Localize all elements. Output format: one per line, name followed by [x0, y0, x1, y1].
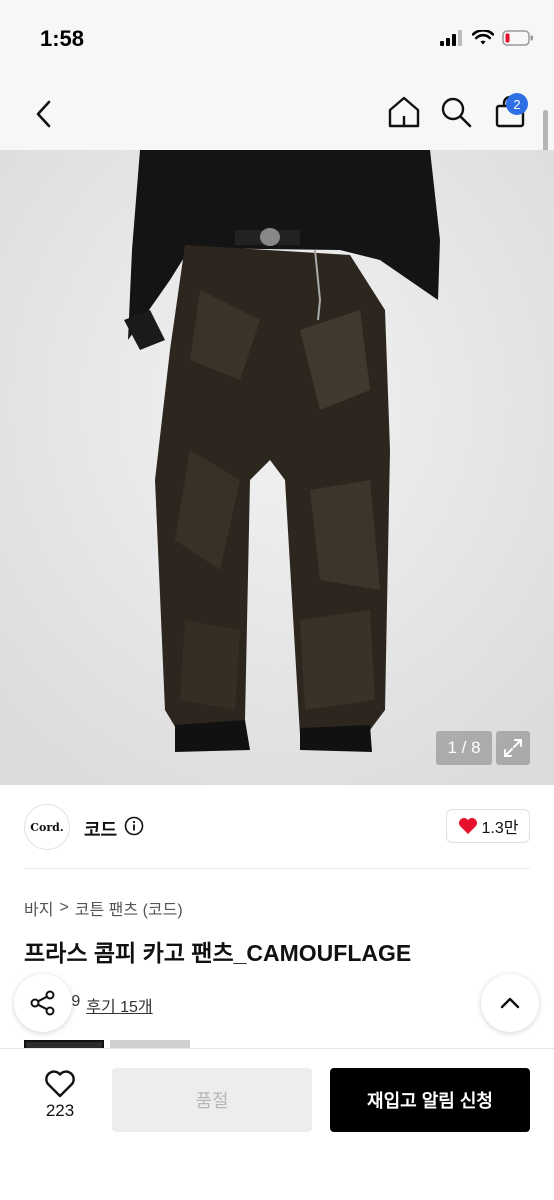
heart-outline-icon: [45, 1070, 75, 1098]
brand-logo-text: Cord.: [30, 820, 64, 834]
wishlist-button[interactable]: 223: [28, 1069, 92, 1133]
info-icon[interactable]: [124, 816, 144, 836]
back-button[interactable]: [26, 96, 62, 132]
brand-logo[interactable]: Cord.: [24, 804, 70, 850]
wishlist-count: 223: [45, 1101, 75, 1120]
status-bar: 1:58: [0, 0, 554, 80]
review-link[interactable]: 후기 15개: [86, 993, 152, 1017]
chevron-up-icon: [500, 997, 520, 1009]
scroll-top-button[interactable]: [481, 974, 539, 1032]
battery-icon: [502, 30, 533, 46]
divider: [24, 868, 530, 869]
image-counter: 1 / 8: [436, 731, 492, 765]
breadcrumb-category[interactable]: 바지: [24, 896, 53, 920]
product-title: 프라스 콤피 카고 팬츠_CAMOUFLAGE: [24, 940, 412, 966]
status-time: 1:58: [40, 26, 85, 51]
brand-like-button[interactable]: 1.3만: [446, 809, 530, 843]
share-icon: [30, 990, 55, 1016]
wifi-icon: [472, 30, 494, 45]
search-icon: [441, 97, 472, 128]
back-icon: [36, 100, 51, 128]
navigation-bar: [0, 80, 554, 150]
soldout-button: 품절: [112, 1068, 312, 1132]
search-button[interactable]: [438, 94, 474, 130]
share-button[interactable]: [14, 974, 72, 1032]
expand-image-button[interactable]: [496, 731, 530, 765]
bottom-action-bar: 223 품절 재입고 알림 신청: [0, 1048, 554, 1200]
restock-alert-button[interactable]: 재입고 알림 신청: [330, 1068, 530, 1132]
expand-icon: [504, 739, 522, 757]
home-icon: [388, 96, 420, 128]
breadcrumb: 바지 > 코튼 팬츠 (코드): [24, 896, 183, 920]
like-count: 1.3만: [481, 820, 519, 837]
status-icons: [440, 30, 534, 46]
signal-icon: [440, 30, 462, 46]
product-image[interactable]: [0, 150, 554, 785]
home-button[interactable]: [386, 94, 422, 130]
brand-row: Cord. 코드 1.3만: [0, 800, 554, 868]
brand-name[interactable]: 코드: [84, 816, 117, 842]
breadcrumb-subcategory[interactable]: 코튼 팬츠 (코드): [75, 896, 183, 920]
cart-count-badge: 2: [506, 93, 528, 115]
breadcrumb-separator: >: [59, 899, 69, 916]
review-row: 4.9 후기 15개: [58, 993, 153, 1017]
heart-icon: [458, 818, 477, 834]
product-photo: [0, 150, 554, 785]
